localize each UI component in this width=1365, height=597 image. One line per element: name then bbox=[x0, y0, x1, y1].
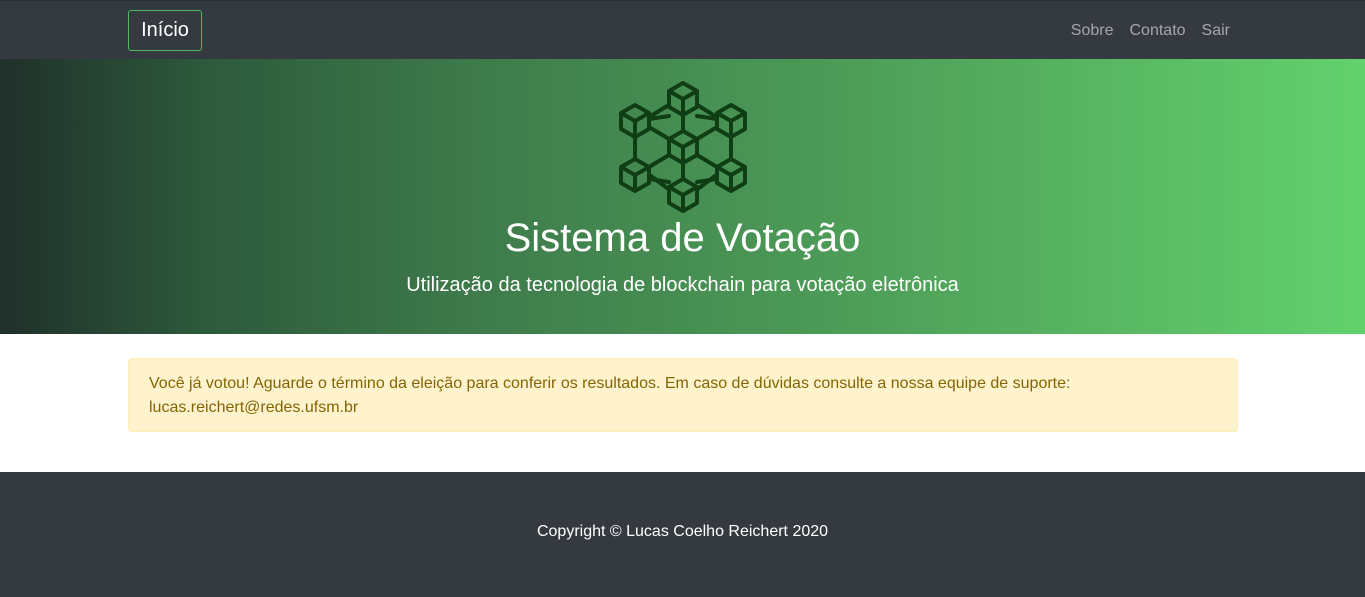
hero-banner: Sistema de Votação Utilização da tecnolo… bbox=[0, 59, 1365, 334]
navbar: Início Sobre Contato Sair bbox=[0, 0, 1365, 59]
nav-link-contato[interactable]: Contato bbox=[1130, 21, 1186, 41]
page-subtitle: Utilização da tecnologia de blockchain p… bbox=[406, 274, 959, 296]
nav-link-sobre[interactable]: Sobre bbox=[1071, 21, 1114, 41]
footer: Copyright © Lucas Coelho Reichert 2020 bbox=[0, 472, 1365, 597]
page-title: Sistema de Votação bbox=[504, 216, 861, 260]
alert-message: Você já votou! Aguarde o término da elei… bbox=[149, 375, 1071, 416]
nav-links: Sobre Contato Sair bbox=[1071, 21, 1230, 41]
blockchain-cubes-icon bbox=[619, 81, 747, 213]
home-brand-button[interactable]: Início bbox=[128, 10, 202, 51]
already-voted-alert: Você já votou! Aguarde o término da elei… bbox=[128, 358, 1238, 432]
copyright-text: Copyright © Lucas Coelho Reichert 2020 bbox=[536, 523, 829, 540]
nav-link-sair[interactable]: Sair bbox=[1202, 21, 1230, 41]
